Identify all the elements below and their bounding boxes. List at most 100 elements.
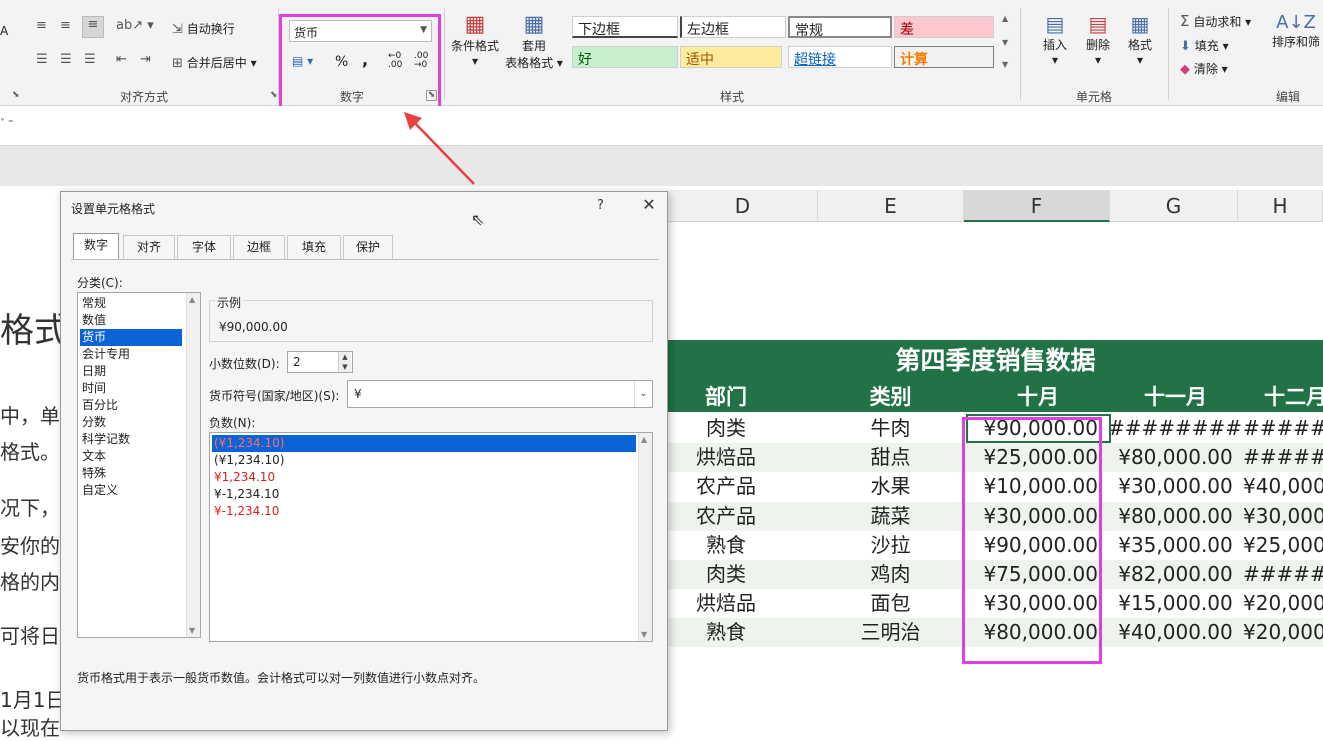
style-bad[interactable]: 差 [894, 16, 994, 38]
cell-november[interactable]: ¥82,000.00 [1108, 560, 1243, 589]
align-center-icon[interactable]: ☰ [60, 52, 72, 67]
category-item[interactable]: 常规 [80, 295, 182, 312]
cell-department[interactable]: 熟食 [668, 531, 784, 560]
tab-border[interactable]: 边框 [233, 235, 285, 259]
cell-category[interactable]: 蔬菜 [818, 502, 963, 531]
header-december[interactable]: 十二月 [1248, 382, 1323, 412]
cell-category[interactable]: 沙拉 [818, 531, 963, 560]
increase-indent-icon[interactable]: ⇥ [140, 52, 151, 67]
cell-department[interactable]: 肉类 [668, 560, 784, 589]
cell-november[interactable]: ######### [1108, 414, 1243, 443]
cell-december[interactable]: ¥25,000. [1243, 531, 1323, 560]
negative-format-item[interactable]: ¥1,234.10 [212, 469, 636, 486]
cell-department[interactable]: 熟食 [668, 618, 784, 647]
category-item[interactable]: 自定义 [80, 482, 182, 499]
cell-december[interactable]: ¥40,000. [1243, 472, 1323, 501]
cell-category[interactable]: 甜点 [818, 443, 963, 472]
cell-category[interactable]: 水果 [818, 472, 963, 501]
styles-scroll-down-icon[interactable]: ▼ [1002, 38, 1008, 47]
cell-november[interactable]: ¥35,000.00 [1108, 531, 1243, 560]
column-header-h[interactable]: H [1238, 190, 1323, 222]
negative-format-item[interactable]: (¥1,234.10) [212, 435, 636, 452]
style-neutral[interactable]: 适中 [680, 46, 782, 68]
negative-format-item[interactable]: (¥1,234.10) [212, 452, 636, 469]
style-left-border[interactable]: 左边框 [680, 16, 786, 38]
scroll-up-icon[interactable]: ▲ [641, 435, 647, 444]
category-item[interactable]: 数值 [80, 312, 182, 329]
wrap-text-button[interactable]: ⇲ 自动换行 [172, 20, 235, 37]
cell-department[interactable]: 肉类 [668, 414, 784, 443]
styles-scroll-up-icon[interactable]: ▲ [1002, 14, 1008, 23]
styles-more-icon[interactable]: ▼ [1002, 60, 1008, 69]
align-left-icon[interactable]: ☰ [36, 52, 48, 67]
stepper-down-icon[interactable]: ▼ [338, 362, 351, 372]
style-calculation[interactable]: 计算 [894, 46, 994, 68]
close-button[interactable]: ✕ [639, 195, 659, 214]
decrease-indent-icon[interactable]: ⇤ [116, 52, 127, 67]
category-item[interactable]: 货币 [80, 329, 182, 346]
style-normal[interactable]: 常规 [788, 16, 892, 39]
column-header-f[interactable]: F [964, 190, 1110, 222]
orientation-icon[interactable]: ab↗ ▾ [116, 18, 154, 33]
clear-button[interactable]: ◆ 清除 ▾ [1180, 60, 1228, 77]
tab-protection[interactable]: 保护 [343, 235, 393, 259]
header-dept[interactable]: 部门 [668, 382, 784, 412]
cell-december[interactable]: ¥20,000. [1243, 589, 1323, 618]
autosum-button[interactable]: Σ 自动求和 ▾ [1180, 12, 1251, 30]
font-color-letter[interactable]: A [0, 24, 8, 38]
sort-filter-button[interactable]: A↓Z 排序和筛 [1272, 12, 1320, 50]
cell-department[interactable]: 农产品 [668, 472, 784, 501]
negative-scrollbar[interactable]: ▲ ▼ [638, 433, 652, 641]
header-october[interactable]: 十月 [968, 382, 1108, 412]
fill-button[interactable]: ⬇ 填充 ▾ [1180, 37, 1229, 54]
cell-department[interactable]: 烘焙品 [668, 443, 784, 472]
delete-button[interactable]: ▤ 删除 ▾ [1083, 12, 1113, 67]
align-right-icon[interactable]: ☰ [84, 52, 96, 67]
category-scrollbar[interactable]: ▲ ▼ [186, 293, 200, 637]
align-dialog-launcher-icon[interactable]: ⬊ [12, 90, 20, 100]
cell-department[interactable]: 农产品 [668, 502, 784, 531]
category-item[interactable]: 百分比 [80, 397, 182, 414]
negative-format-item[interactable]: ¥-1,234.10 [212, 503, 636, 520]
decimals-stepper[interactable]: 2 ▲ ▼ [287, 351, 353, 373]
category-item[interactable]: 时间 [80, 380, 182, 397]
negative-format-item[interactable]: ¥-1,234.10 [212, 486, 636, 503]
header-november[interactable]: 十一月 [1108, 382, 1243, 412]
insert-button[interactable]: ▤ 插入 ▾ [1040, 12, 1070, 67]
cell-category[interactable]: 三明治 [818, 618, 963, 647]
help-button[interactable]: ? [597, 198, 604, 213]
column-header-e[interactable]: E [818, 190, 964, 222]
category-item[interactable]: 特殊 [80, 465, 182, 482]
category-item[interactable]: 科学记数 [80, 431, 182, 448]
conditional-format-button[interactable]: ▦ 条件格式 ▾ [450, 12, 500, 68]
merge-center-button[interactable]: ⊞ 合并后居中 ▾ [172, 54, 257, 71]
cell-category[interactable]: 鸡肉 [818, 560, 963, 589]
stepper-up-icon[interactable]: ▲ [338, 352, 351, 362]
align-top-icon[interactable]: ≡ [36, 18, 47, 33]
cell-department[interactable]: 烘焙品 [668, 589, 784, 618]
cell-december[interactable]: ###### [1243, 414, 1323, 443]
category-item[interactable]: 日期 [80, 363, 182, 380]
cell-december[interactable]: ###### [1243, 560, 1323, 589]
cell-category[interactable]: 面包 [818, 589, 963, 618]
scroll-down-icon[interactable]: ▼ [189, 626, 195, 635]
quick-access-icon[interactable]: ˅ ⁼ [0, 118, 13, 129]
cell-category[interactable]: 牛肉 [818, 414, 963, 443]
tab-alignment[interactable]: 对齐 [123, 235, 175, 259]
cell-november[interactable]: ¥30,000.00 [1108, 472, 1243, 501]
style-hyperlink[interactable]: 超链接 [788, 46, 892, 68]
category-item[interactable]: 分数 [80, 414, 182, 431]
tab-number[interactable]: 数字 [73, 233, 119, 260]
sheet-title[interactable]: 第四季度销售数据 [668, 340, 1323, 382]
tab-fill[interactable]: 填充 [287, 235, 341, 259]
category-item[interactable]: 会计专用 [80, 346, 182, 363]
category-list[interactable]: 常规 数值 货币 会计专用 日期 时间 百分比 分数 科学记数 文本 特殊 自定义 ▲ ▼ [77, 292, 201, 638]
cell-november[interactable]: ¥40,000.00 [1108, 618, 1243, 647]
negative-number-list[interactable]: (¥1,234.10) (¥1,234.10) ¥1,234.10 ¥-1,234.1… [209, 432, 653, 642]
align-bottom-icon[interactable]: ≡ [82, 16, 104, 38]
cell-december[interactable]: ¥30,000. [1243, 502, 1323, 531]
format-button[interactable]: ▦ 格式 ▾ [1125, 12, 1155, 67]
cell-november[interactable]: ¥80,000.00 [1108, 443, 1243, 472]
table-format-button[interactable]: ▦ 套用 表格格式 ▾ [503, 12, 565, 71]
cell-december[interactable]: ###### [1243, 443, 1323, 472]
